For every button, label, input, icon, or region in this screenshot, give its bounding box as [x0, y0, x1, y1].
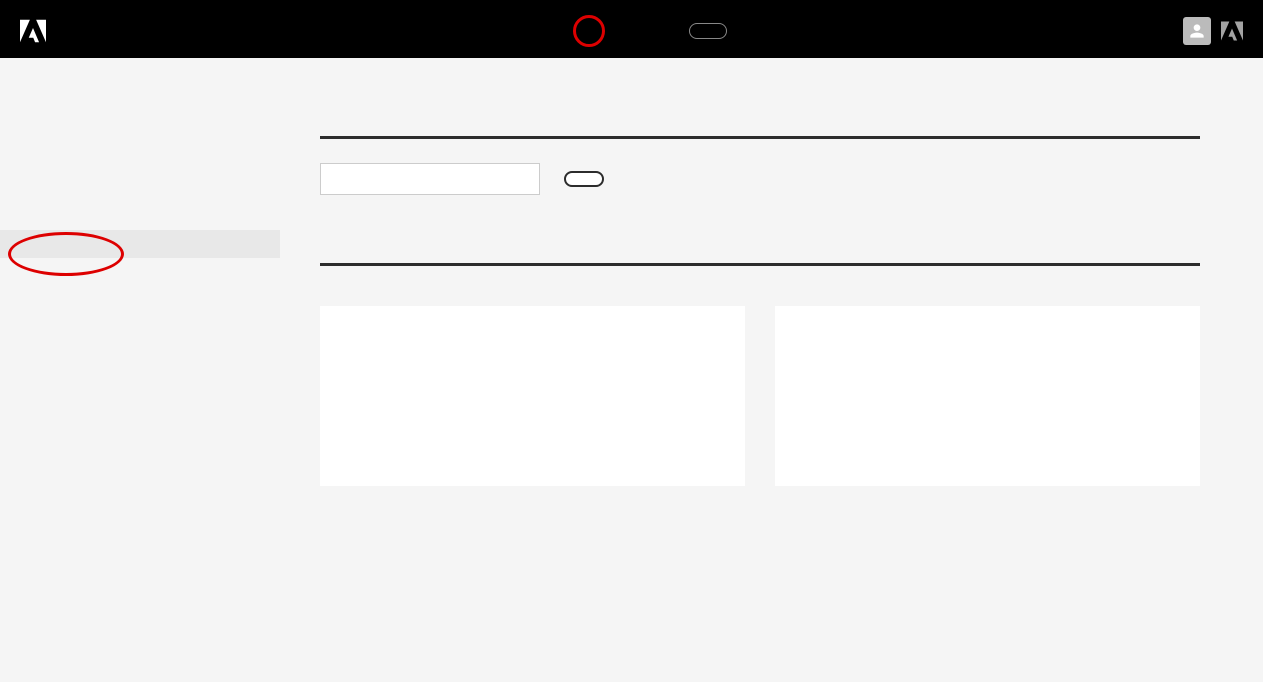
- sidebar-item-my-products[interactable]: [0, 230, 280, 258]
- product-card: [320, 306, 745, 486]
- nav-overview[interactable]: [515, 23, 519, 39]
- serial-number-input[interactable]: [320, 163, 540, 195]
- register-section-heading: [320, 128, 1200, 139]
- register-button[interactable]: [564, 171, 604, 187]
- nav-profile[interactable]: [551, 23, 555, 39]
- products-grid: [320, 306, 1200, 486]
- sidebar-item-my-plans[interactable]: [0, 118, 280, 146]
- avatar[interactable]: [1183, 17, 1211, 45]
- nav-communication[interactable]: [623, 23, 627, 39]
- adobe-logo-icon: [20, 19, 46, 43]
- register-row: [320, 163, 1200, 195]
- main-content: [280, 58, 1240, 526]
- topbar: [0, 3, 1263, 58]
- get-help-button[interactable]: [689, 23, 727, 39]
- registered-section-heading: [320, 255, 1200, 266]
- topbar-right: [1183, 17, 1243, 45]
- nav-plans[interactable]: [587, 23, 591, 39]
- page-body: [0, 58, 1263, 526]
- sidebar: [0, 58, 280, 526]
- product-card: [775, 306, 1200, 486]
- logo-area: [20, 19, 58, 43]
- adobe-small-icon[interactable]: [1221, 21, 1243, 41]
- nav-center: [58, 23, 1183, 39]
- sidebar-item-order-history[interactable]: [0, 174, 280, 202]
